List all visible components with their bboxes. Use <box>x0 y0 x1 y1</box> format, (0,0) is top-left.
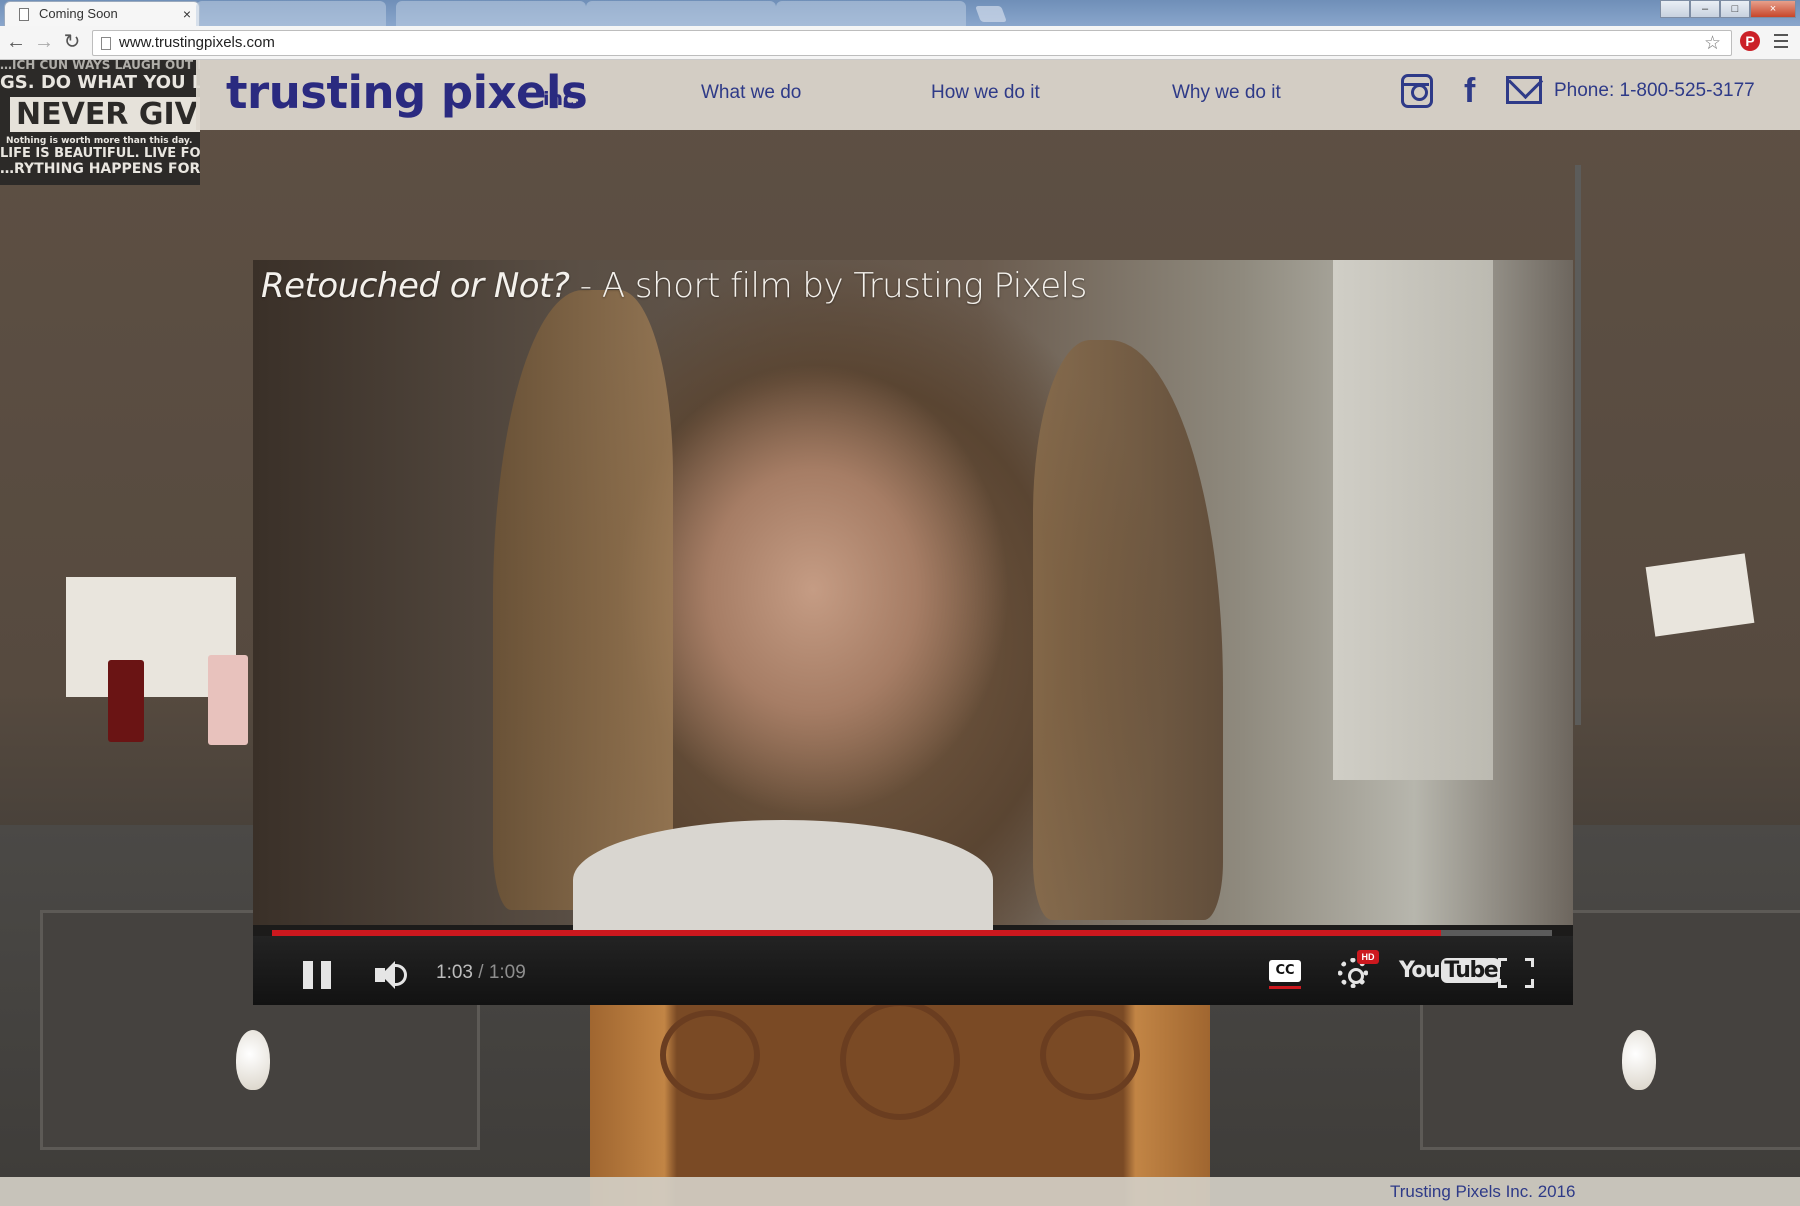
video-title[interactable]: Retouched or Not? - A short film by Trus… <box>261 266 1087 306</box>
new-tab-button[interactable] <box>975 6 1007 22</box>
page-icon <box>19 8 29 21</box>
mail-icon[interactable] <box>1506 76 1542 104</box>
browser-chrome: Coming Soon × – □ × ← → ↻ www.trustingpi… <box>0 0 1800 60</box>
nav-why-we-do-it[interactable]: Why we do it <box>1172 82 1281 104</box>
tab-background[interactable] <box>586 1 776 26</box>
site-footer: Trusting Pixels Inc. 2016 <box>0 1177 1800 1206</box>
captions-active-indicator <box>1269 986 1301 989</box>
chair-ornament <box>660 1010 760 1100</box>
current-time: 1:03 <box>436 962 473 983</box>
poster-line: Nothing is worth more than this day. <box>6 136 193 146</box>
hd-badge: HD <box>1357 950 1379 964</box>
tab-strip: Coming Soon × – □ × <box>0 0 1800 26</box>
tab-close-icon[interactable]: × <box>183 2 191 26</box>
site-logo-suffix: inc. <box>543 88 582 110</box>
video-title-italic: Retouched or Not? <box>261 266 570 306</box>
jewelry-stand <box>1575 165 1581 725</box>
video-scene-shirt <box>573 820 993 940</box>
youtube-logo[interactable]: You Tube <box>1399 958 1501 988</box>
nail-polish-bottle <box>108 660 144 742</box>
time-separator: / <box>472 962 489 983</box>
tab-title: Coming Soon <box>39 6 118 21</box>
address-bar-url[interactable]: www.trustingpixels.com <box>119 34 275 51</box>
bookmark-star-icon[interactable]: ☆ <box>1704 32 1721 55</box>
poster-line: GS. DO WHAT YOU LOVE. <box>0 72 200 93</box>
drawer-knob <box>236 1030 270 1090</box>
youtube-logo-tube: Tube <box>1441 958 1501 983</box>
closed-captions-button[interactable]: CC <box>1269 960 1301 982</box>
chair-back <box>590 990 1210 1206</box>
instagram-icon[interactable] <box>1401 74 1433 108</box>
youtube-logo-you: You <box>1399 958 1441 983</box>
tab-background[interactable] <box>196 1 386 26</box>
poster-line: LIFE IS BEAUTIFUL. LIVE FOR TODAY. <box>0 146 200 161</box>
video-scene-hair <box>1033 340 1223 920</box>
chair-ornament <box>840 1000 960 1120</box>
pinterest-icon[interactable]: P <box>1740 31 1760 51</box>
background-poster: …ICH CUN WAYS LAUGH OUT LOUD. BE GS. DO … <box>0 60 200 185</box>
video-time: 1:03 / 1:09 <box>436 962 526 984</box>
browser-toolbar: ← → ↻ www.trustingpixels.com ☆ <box>0 26 1800 60</box>
pause-icon[interactable] <box>303 961 333 989</box>
video-frame[interactable]: Retouched or Not? - A short film by Trus… <box>253 260 1573 940</box>
page-icon <box>101 37 111 50</box>
fullscreen-icon[interactable] <box>1498 958 1534 988</box>
duration: 1:09 <box>488 962 526 983</box>
tab-background[interactable] <box>776 1 966 26</box>
video-title-rest: - A short film by Trusting Pixels <box>569 266 1088 306</box>
chair-ornament <box>1040 1010 1140 1100</box>
poster-line: NEVER GIVE UP. <box>10 97 200 132</box>
site-logo[interactable]: trusting pixels <box>226 66 588 119</box>
drawer-knob <box>1622 1030 1656 1090</box>
window-close-button[interactable]: × <box>1750 0 1796 18</box>
nail-polish-bottle <box>208 655 248 745</box>
poster-line: …RYTHING HAPPENS FOR A REASON. <box>0 161 200 177</box>
tab-background[interactable] <box>396 1 586 26</box>
video-player[interactable]: Retouched or Not? - A short film by Trus… <box>253 260 1573 1005</box>
site-header: trusting pixels inc. What we do How we d… <box>196 60 1800 130</box>
reload-icon[interactable]: ↻ <box>60 31 84 55</box>
video-controls: 1:03 / 1:09 CC HD You Tube <box>253 936 1573 1005</box>
address-bar[interactable]: www.trustingpixels.com ☆ <box>92 30 1732 56</box>
video-scene-hair <box>493 290 673 910</box>
minimize-button[interactable]: – <box>1690 0 1720 18</box>
user-profile-button[interactable] <box>1660 0 1690 18</box>
back-arrow-icon[interactable]: ← <box>4 31 28 55</box>
maximize-button[interactable]: □ <box>1720 0 1750 18</box>
footer-copyright: Trusting Pixels Inc. 2016 <box>1390 1182 1576 1201</box>
facebook-icon[interactable]: f <box>1464 74 1486 108</box>
nav-what-we-do[interactable]: What we do <box>701 82 801 104</box>
forward-arrow-icon[interactable]: → <box>32 31 56 55</box>
hamburger-menu-icon[interactable] <box>1772 30 1790 50</box>
phone-number: Phone: 1-800-525-3177 <box>1554 80 1755 101</box>
nav-how-we-do-it[interactable]: How we do it <box>931 82 1040 104</box>
volume-icon[interactable] <box>375 960 409 990</box>
video-scene-door <box>1333 260 1493 780</box>
jewelry-box <box>1645 553 1755 637</box>
web-page: …ICH CUN WAYS LAUGH OUT LOUD. BE GS. DO … <box>0 60 1800 1206</box>
tab-coming-soon[interactable]: Coming Soon × <box>4 1 200 26</box>
poster-line: …ICH CUN WAYS LAUGH OUT LOUD. BE <box>0 60 200 72</box>
